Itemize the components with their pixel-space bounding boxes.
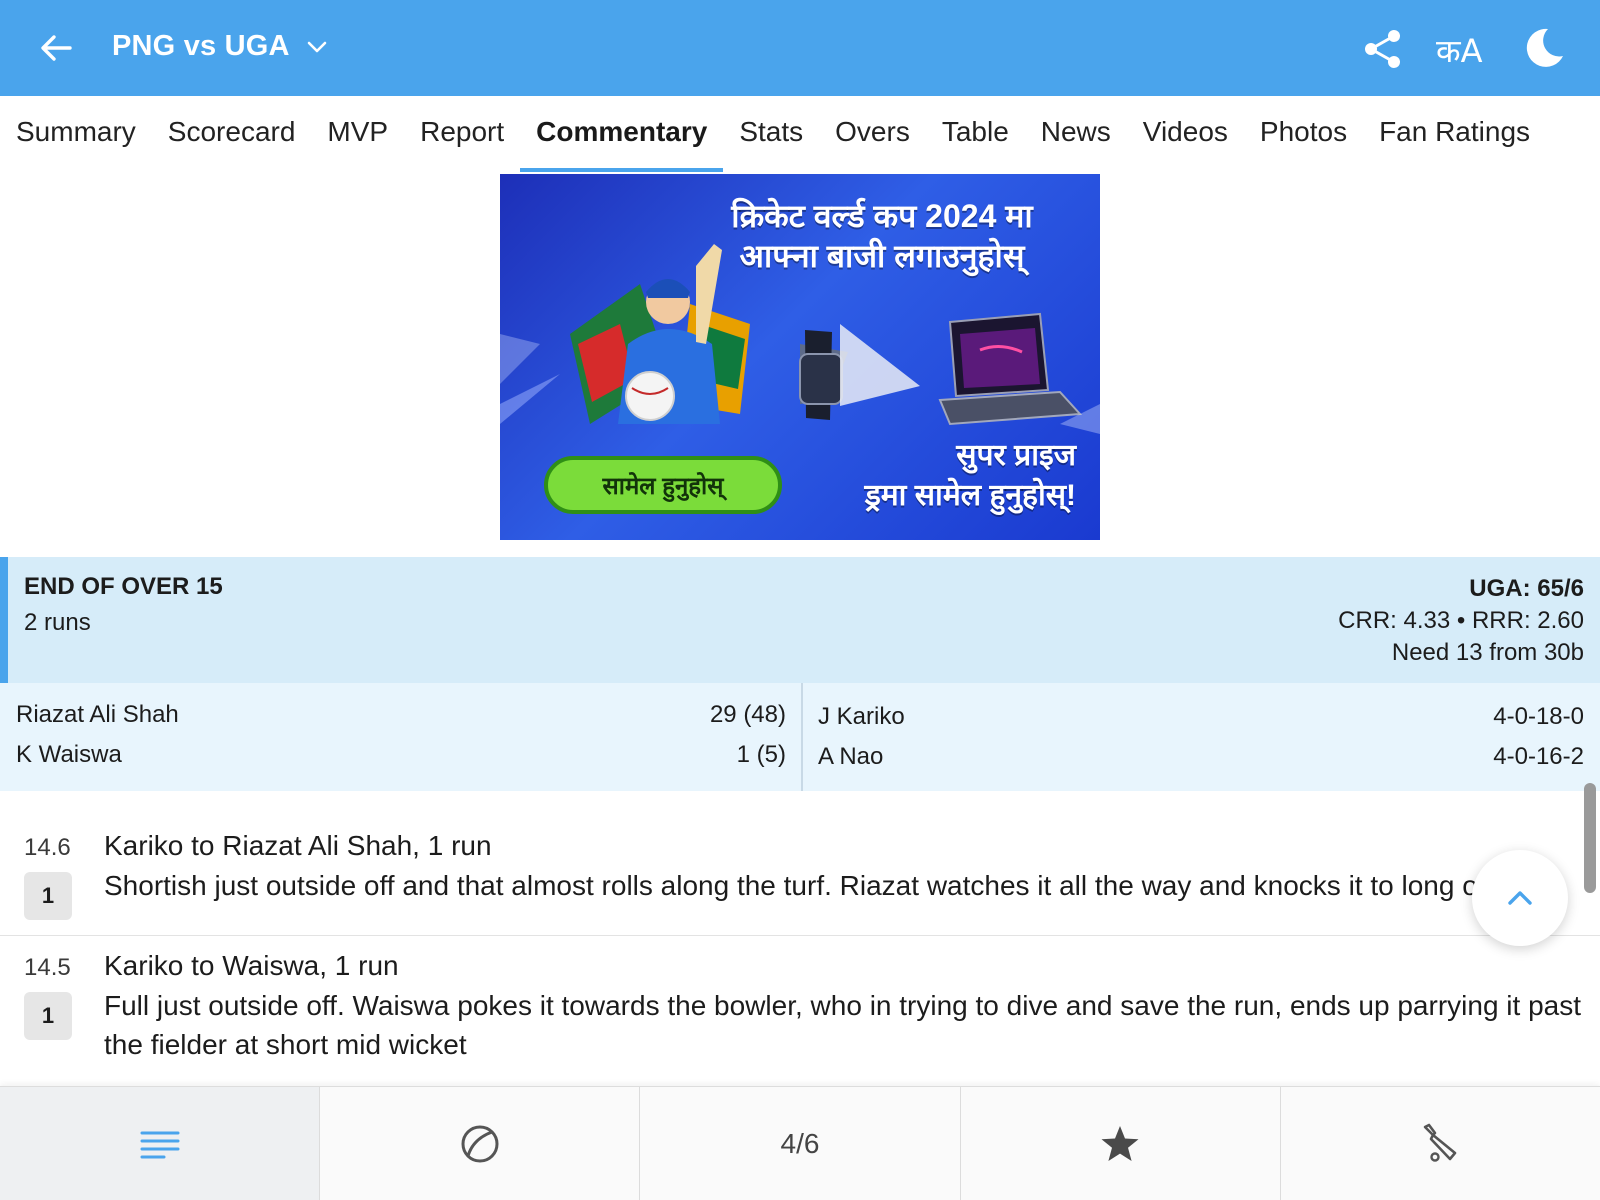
batter-figures: 1 (5) (736, 741, 786, 768)
match-tabs: Summary Scorecard MVP Report Commentary … (0, 96, 1600, 172)
batter-figures: 29 (48) (709, 701, 786, 728)
tab-table[interactable]: Table (926, 96, 1025, 172)
players-at-crease: Riazat Ali Shah 29 (48) K Waiswa 1 (5) J… (0, 683, 1600, 791)
chevron-down-icon (307, 41, 326, 52)
ad-headline-line2: आफ्ना बाजी लगाउनुहोस् (739, 238, 1025, 274)
over-runs: 2 runs (24, 609, 91, 636)
bowler-figures: 4-0-18-0 (1493, 703, 1584, 730)
ad-join-button[interactable]: सामेल हुनुहोस् (544, 456, 782, 514)
bottom-nav-ball[interactable] (320, 1087, 641, 1200)
star-icon (1101, 1125, 1139, 1161)
commentary-headline: Kariko to Waiswa, 1 run (104, 950, 399, 981)
bowler-name: J Kariko (818, 703, 905, 730)
tab-overs[interactable]: Overs (819, 96, 926, 172)
bottom-nav-batting[interactable] (1280, 1087, 1600, 1200)
app-header: PNG vs UGA कA (0, 0, 1600, 96)
language-label: कA (1436, 32, 1483, 70)
ad-headline: क्रिकेट वर्ल्ड कप 2024 मा आफ्ना बाजी लगा… (702, 196, 1062, 276)
menu-lines-icon (140, 1131, 180, 1158)
language-icon[interactable]: कA (1436, 28, 1490, 70)
over-title: END OF OVER 15 (24, 573, 223, 600)
tab-fan-ratings[interactable]: Fan Ratings (1363, 96, 1546, 172)
commentary-text: Shortish just outside off and that almos… (104, 870, 1484, 901)
ball-number: 14.5 (24, 954, 71, 981)
tab-news[interactable]: News (1025, 96, 1127, 172)
match-title-dropdown[interactable]: PNG vs UGA (112, 30, 330, 63)
bottom-nav-balls-count[interactable]: 4/6 (640, 1087, 961, 1200)
ad-prize-text: सुपर प्राइज ड्रमा सामेल हुनुहोस्! (776, 436, 1076, 516)
tab-scorecard[interactable]: Scorecard (152, 96, 312, 172)
share-icon[interactable] (1362, 28, 1404, 70)
bat-icon (1424, 1123, 1457, 1162)
moon-icon[interactable] (1522, 26, 1566, 70)
commentary-text: Full just outside off. Waiswa pokes it t… (104, 990, 1581, 1060)
run-rates: CRR: 4.33 • RRR: 2.60 (1338, 607, 1584, 634)
bowler-figures: 4-0-16-2 (1493, 743, 1584, 770)
players-divider (801, 683, 803, 791)
innings-status: UGA: 65/6 CRR: 4.33 • RRR: 2.60 Need 13 … (1338, 573, 1584, 669)
bottom-nav-commentary[interactable] (0, 1087, 321, 1200)
runs-needed: Need 13 from 30b (1391, 639, 1584, 666)
tab-videos[interactable]: Videos (1127, 96, 1244, 172)
end-of-over-panel: END OF OVER 15 2 runs UGA: 65/6 CRR: 4.3… (0, 557, 1600, 683)
ball-icon (461, 1125, 499, 1162)
bowler-name: A Nao (818, 743, 884, 770)
tab-commentary[interactable]: Commentary (520, 96, 724, 172)
scroll-to-top-button[interactable] (1472, 850, 1568, 946)
ad-prize-line2: ड्रमा सामेल हुनुहोस्! (864, 479, 1076, 512)
ad-prize-line1: सुपर प्राइज (956, 439, 1076, 472)
tab-summary[interactable]: Summary (16, 96, 152, 172)
arrow-left-icon[interactable] (36, 28, 76, 68)
tab-mvp[interactable]: MVP (311, 96, 404, 172)
tab-stats[interactable]: Stats (723, 96, 819, 172)
commentary-item: 14.5 1 Kariko to Waiswa, 1 run Full just… (0, 936, 1600, 1086)
batter-name: Riazat Ali Shah (16, 701, 179, 728)
team-score: UGA: 65/6 (1469, 575, 1584, 602)
scrollbar-thumb[interactable] (1584, 783, 1596, 893)
ball-number: 14.6 (24, 834, 71, 861)
commentary-headline: Kariko to Riazat Ali Shah, 1 run (104, 830, 492, 861)
chevron-up-icon (1508, 891, 1532, 905)
tab-photos[interactable]: Photos (1244, 96, 1363, 172)
commentary-item: 14.6 1 Kariko to Riazat Ali Shah, 1 run … (0, 808, 1600, 936)
balls-count-label: 4/6 (780, 1127, 820, 1159)
match-title: PNG vs UGA (112, 30, 290, 62)
bottom-nav: 4/6 (0, 1086, 1600, 1200)
batter-name: K Waiswa (16, 741, 122, 768)
ad-banner[interactable]: क्रिकेट वर्ल्ड कप 2024 मा आफ्ना बाजी लगा… (500, 174, 1100, 540)
ball-runs-badge: 1 (24, 992, 72, 1040)
ad-headline-line1: क्रिकेट वर्ल्ड कप 2024 मा (731, 198, 1033, 234)
ball-runs-badge: 1 (24, 872, 72, 920)
bottom-nav-favourites[interactable] (960, 1087, 1281, 1200)
tab-report[interactable]: Report (404, 96, 520, 172)
